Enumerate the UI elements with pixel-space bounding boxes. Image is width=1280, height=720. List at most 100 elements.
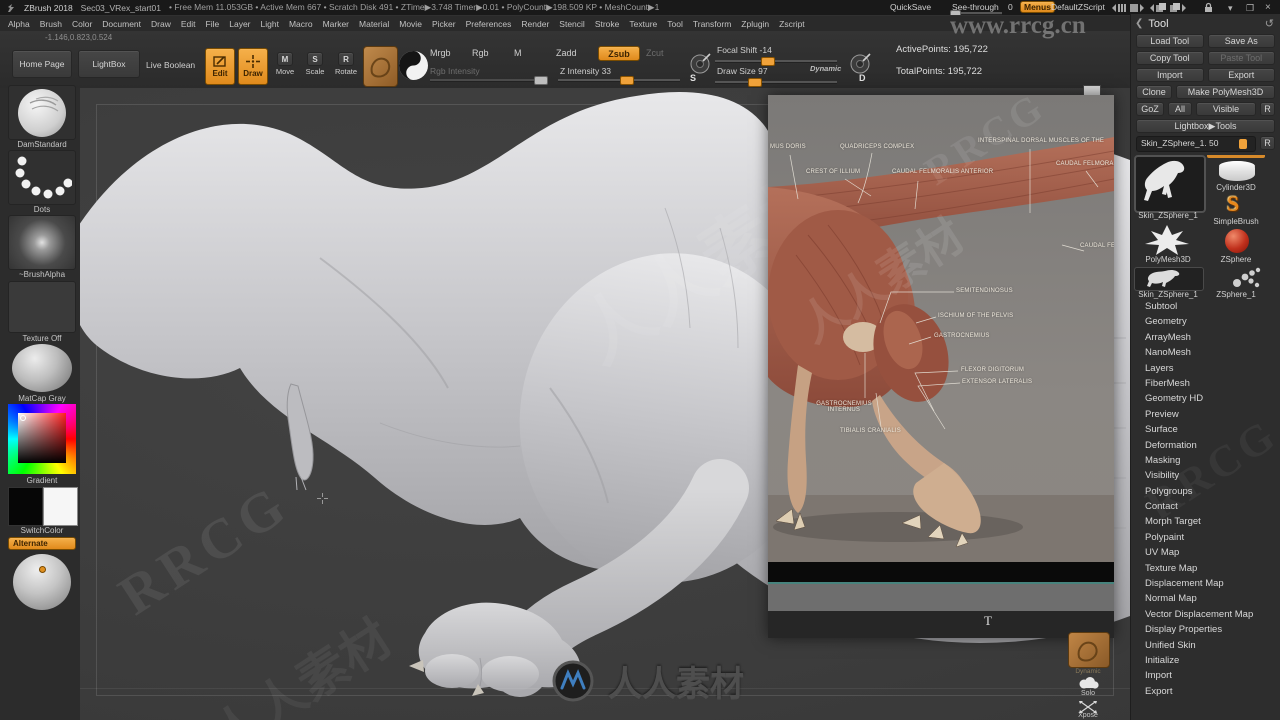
alpha-selector-thumbnail[interactable] bbox=[8, 215, 76, 270]
minimize-button[interactable]: ▾ bbox=[1228, 3, 1233, 14]
menu-item[interactable]: Edit bbox=[181, 19, 196, 29]
menu-item[interactable]: Brush bbox=[40, 19, 62, 29]
focal-knob-icon[interactable]: S bbox=[688, 52, 712, 82]
tool-panel-section[interactable]: Displacement Map bbox=[1131, 576, 1280, 591]
color-picker-square[interactable] bbox=[18, 413, 66, 463]
save-as-button[interactable]: Save As bbox=[1207, 34, 1275, 48]
panel-cycle-icon[interactable]: ↺ bbox=[1265, 17, 1274, 30]
zsub-button[interactable]: Zsub bbox=[598, 46, 640, 61]
clone-button[interactable]: Clone bbox=[1136, 85, 1172, 99]
lightbox-button[interactable]: LightBox bbox=[78, 50, 140, 78]
active-tool-slider-handle[interactable] bbox=[1239, 139, 1247, 149]
see-through-slider[interactable] bbox=[950, 10, 1002, 17]
edit-button[interactable]: Edit bbox=[205, 48, 235, 85]
material-selector-thumbnail[interactable] bbox=[12, 344, 72, 392]
menu-item[interactable]: Movie bbox=[399, 19, 422, 29]
home-page-button[interactable]: Home Page bbox=[12, 50, 72, 78]
rotate-button[interactable]: R Rotate bbox=[332, 52, 360, 76]
import-button[interactable]: Import bbox=[1136, 68, 1204, 82]
menu-item[interactable]: File bbox=[206, 19, 220, 29]
tool-panel-section[interactable]: Subtool bbox=[1131, 299, 1280, 314]
tool-panel-section[interactable]: Export bbox=[1131, 684, 1280, 699]
tray-brush-thumbnail[interactable] bbox=[1068, 632, 1110, 668]
reference-image-panel[interactable]: MUS DORIS QUADRICEPS COMPLEX INTERSPINAL… bbox=[768, 95, 1114, 638]
current-material-sphere[interactable] bbox=[398, 50, 429, 81]
tool-panel-section[interactable]: Deformation bbox=[1131, 438, 1280, 453]
lightbox-tools-button[interactable]: Lightbox▶Tools bbox=[1136, 119, 1275, 133]
xpose-button[interactable]: Xpose bbox=[1064, 712, 1112, 719]
default-zscript-button[interactable]: DefaultZScript bbox=[1051, 2, 1105, 12]
scrolled-tool-sliver[interactable] bbox=[1207, 155, 1265, 158]
menu-item[interactable]: Marker bbox=[323, 19, 349, 29]
secondary-color-swatch[interactable] bbox=[43, 487, 78, 526]
quicksave-button[interactable]: QuickSave bbox=[890, 2, 931, 12]
export-button[interactable]: Export bbox=[1207, 68, 1275, 82]
tool-panel-section[interactable]: Masking bbox=[1131, 453, 1280, 468]
menu-item[interactable]: Zplugin bbox=[741, 19, 769, 29]
color-picker-cursor[interactable] bbox=[20, 415, 26, 421]
tool-panel-section[interactable]: Unified Skin bbox=[1131, 638, 1280, 653]
make-polymesh3d-button[interactable]: Make PolyMesh3D bbox=[1176, 85, 1275, 99]
menu-item[interactable]: Document bbox=[102, 19, 141, 29]
tool-panel-section[interactable]: Display Properties bbox=[1131, 622, 1280, 637]
brush-selector-thumbnail[interactable] bbox=[8, 85, 76, 140]
tool-panel-section[interactable]: Layers bbox=[1131, 361, 1280, 376]
tool-panel-section[interactable]: Vector Displacement Map bbox=[1131, 607, 1280, 622]
simplebrush-icon[interactable]: S bbox=[1227, 191, 1239, 217]
preview-sphere[interactable] bbox=[13, 554, 71, 610]
menu-item[interactable]: Stencil bbox=[559, 19, 585, 29]
color-picker[interactable] bbox=[8, 404, 76, 474]
visible-button[interactable]: Visible bbox=[1196, 102, 1256, 116]
menu-item[interactable]: Layer bbox=[229, 19, 250, 29]
menu-item[interactable]: Draw bbox=[151, 19, 171, 29]
menu-item[interactable]: Transform bbox=[693, 19, 731, 29]
alternate-button[interactable]: Alternate bbox=[8, 537, 76, 550]
solo-button[interactable]: Solo bbox=[1064, 690, 1112, 697]
active-tool-slider[interactable]: Skin_ZSphere_1. 50 bbox=[1136, 136, 1256, 152]
cylinder3d-icon[interactable] bbox=[1219, 161, 1255, 181]
skin-zsphere-thumbnail[interactable] bbox=[1134, 267, 1204, 291]
menu-item[interactable]: Light bbox=[261, 19, 279, 29]
close-button[interactable]: × bbox=[1265, 2, 1271, 13]
menu-item[interactable]: Preferences bbox=[466, 19, 512, 29]
zadd-button[interactable]: Zadd bbox=[556, 48, 577, 58]
menu-item[interactable]: Color bbox=[72, 19, 92, 29]
polymesh3d-star-icon[interactable] bbox=[1145, 225, 1189, 255]
rgb-button[interactable]: Rgb bbox=[472, 48, 489, 58]
menu-item[interactable]: Zscript bbox=[779, 19, 805, 29]
tool-panel-section[interactable]: Surface bbox=[1131, 422, 1280, 437]
tool-panel-section[interactable]: Preview bbox=[1131, 407, 1280, 422]
tool-panel-section[interactable]: Visibility bbox=[1131, 468, 1280, 483]
stroke-selector-thumbnail[interactable] bbox=[8, 150, 76, 205]
menu-item[interactable]: Picker bbox=[432, 19, 456, 29]
copy-tool-button[interactable]: Copy Tool bbox=[1136, 51, 1204, 65]
menu-item[interactable]: Alpha bbox=[8, 19, 30, 29]
paste-tool-button[interactable]: Paste Tool bbox=[1207, 51, 1275, 65]
tool-panel-section[interactable]: Texture Map bbox=[1131, 561, 1280, 576]
draw-size-slider[interactable] bbox=[715, 78, 837, 87]
tray-dynamic-label[interactable]: Dynamic bbox=[1062, 668, 1114, 675]
menu-item[interactable]: Tool bbox=[667, 19, 683, 29]
menus-toggle-button[interactable]: Menus bbox=[1020, 1, 1055, 13]
tool-panel-section[interactable]: Normal Map bbox=[1131, 591, 1280, 606]
tool-panel-section[interactable]: Geometry bbox=[1131, 314, 1280, 329]
restore-button[interactable]: ❐ bbox=[1246, 3, 1254, 14]
all-button[interactable]: All bbox=[1168, 102, 1192, 116]
menu-item[interactable]: Render bbox=[521, 19, 549, 29]
menu-item[interactable]: Material bbox=[359, 19, 389, 29]
draw-size-knob-icon[interactable]: D bbox=[848, 52, 872, 82]
draw-button[interactable]: Draw bbox=[238, 48, 268, 85]
menu-item[interactable]: Stroke bbox=[595, 19, 620, 29]
mrgb-button[interactable]: Mrgb bbox=[430, 48, 451, 58]
current-brush-thumbnail[interactable] bbox=[363, 46, 398, 87]
move-button[interactable]: M Move bbox=[272, 52, 298, 76]
tool-panel-section[interactable]: Polygroups bbox=[1131, 484, 1280, 499]
zsphere-icon[interactable] bbox=[1225, 229, 1249, 253]
panel-collapse-icon[interactable]: ❮ bbox=[1135, 18, 1143, 29]
tool-panel-section[interactable]: ArrayMesh bbox=[1131, 330, 1280, 345]
switch-color-label[interactable]: SwitchColor bbox=[8, 526, 76, 535]
tool-panel-section[interactable]: NanoMesh bbox=[1131, 345, 1280, 360]
zsphere1-icon[interactable] bbox=[1231, 267, 1263, 289]
scale-button[interactable]: S Scale bbox=[302, 52, 328, 76]
focal-shift-slider[interactable] bbox=[715, 57, 837, 66]
